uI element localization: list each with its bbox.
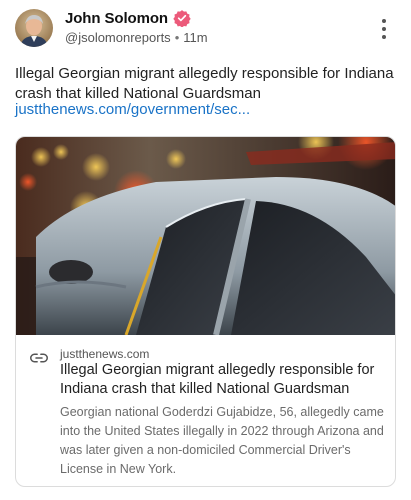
author-handle[interactable]: @jsolomonreports <box>65 30 171 45</box>
author-name[interactable]: John Solomon <box>65 10 168 27</box>
link-preview-card[interactable]: justthenews.com Illegal Georgian migrant… <box>15 136 396 487</box>
post: John Solomon @jsolomonreports • 11m Illega… <box>0 0 411 500</box>
post-timestamp[interactable]: 11m <box>183 30 207 45</box>
post-text: Illegal Georgian migrant allegedly respo… <box>15 65 394 102</box>
post-meta: @jsolomonreports • 11m <box>65 30 208 45</box>
avatar-image <box>15 9 53 47</box>
post-link[interactable]: justthenews.com/government/sec... <box>15 101 250 118</box>
meta-separator: • <box>174 30 180 45</box>
link-icon <box>30 353 48 363</box>
article-image <box>16 137 395 335</box>
avatar[interactable] <box>15 9 53 47</box>
verified-badge-icon <box>173 10 191 27</box>
card-description: Georgian national Goderdzi Gujabidze, 56… <box>60 405 384 476</box>
author-row: John Solomon <box>65 9 191 27</box>
more-options-button[interactable] <box>376 17 392 41</box>
card-domain: justthenews.com <box>60 347 150 361</box>
card-title[interactable]: Illegal Georgian migrant allegedly respo… <box>60 361 395 399</box>
more-vertical-icon <box>382 19 386 23</box>
